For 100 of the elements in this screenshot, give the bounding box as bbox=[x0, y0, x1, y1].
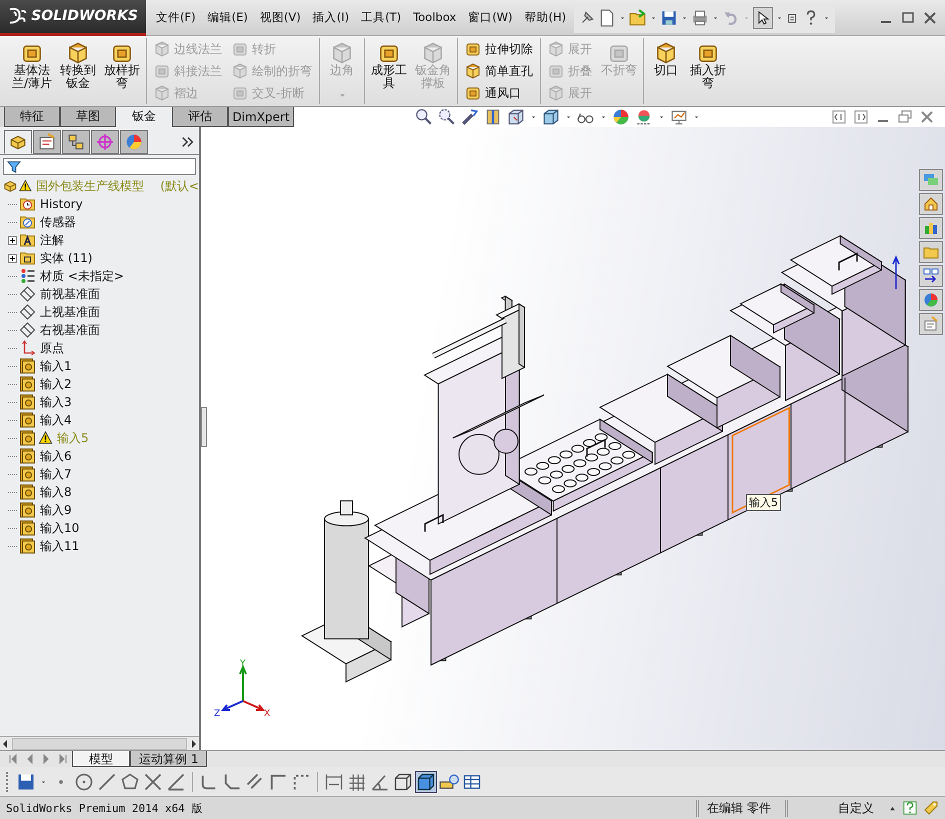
tree-item[interactable]: History bbox=[40, 197, 83, 211]
tree-item[interactable]: 注解 bbox=[40, 232, 64, 248]
tree-item[interactable]: 传感器 bbox=[40, 214, 76, 230]
solid-body-icon bbox=[19, 520, 36, 536]
tree-item[interactable]: 输入8 bbox=[40, 484, 72, 500]
grid-icon[interactable] bbox=[347, 772, 367, 792]
ribbon-button[interactable]: 通风口 bbox=[462, 82, 536, 104]
select-button[interactable] bbox=[753, 6, 774, 28]
help-icon[interactable] bbox=[903, 801, 917, 815]
panel-tab[interactable] bbox=[91, 130, 119, 154]
ribbon-button[interactable]: 放样折 弯 bbox=[102, 38, 142, 90]
restore-icon[interactable] bbox=[897, 109, 913, 125]
tree-item[interactable]: 上视基准面 bbox=[40, 304, 100, 320]
panel-tab[interactable] bbox=[33, 130, 61, 154]
chamfer-icon[interactable] bbox=[222, 772, 242, 792]
tree-item[interactable]: 输入1 bbox=[40, 358, 72, 374]
appearance-ball-icon[interactable] bbox=[611, 108, 631, 126]
menu-item[interactable]: 窗口(W) bbox=[462, 10, 519, 25]
chevron-right-icon[interactable] bbox=[181, 135, 195, 149]
tab[interactable]: 运动算例 1 bbox=[130, 751, 208, 767]
ribbon-button[interactable]: 转换到 钣金 bbox=[58, 38, 98, 90]
offset-icon[interactable] bbox=[245, 772, 265, 792]
sheet-metal-icon bbox=[422, 42, 444, 64]
tree-item[interactable]: 输入10 bbox=[40, 520, 80, 536]
circle-icon[interactable] bbox=[74, 772, 94, 792]
tag-icon[interactable] bbox=[923, 800, 939, 816]
task-pane-tab[interactable] bbox=[919, 313, 943, 335]
zoom-area-icon[interactable] bbox=[437, 108, 457, 126]
feature-icon bbox=[465, 63, 482, 79]
measure-icon[interactable] bbox=[439, 772, 459, 792]
tree-item[interactable]: 右视基准面 bbox=[40, 322, 100, 338]
menu-item[interactable]: 插入(I) bbox=[306, 10, 356, 25]
custom-properties-icon bbox=[923, 316, 939, 332]
menu-item[interactable]: 工具(T) bbox=[355, 10, 408, 25]
tree-item[interactable]: 输入7 bbox=[40, 466, 72, 482]
panel-tab[interactable] bbox=[62, 130, 90, 154]
ribbon-button[interactable]: 插入折 弯 bbox=[688, 38, 728, 90]
sheet-metal-icon bbox=[331, 42, 354, 64]
horizontal-scrollbar[interactable] bbox=[0, 736, 199, 750]
polygon-icon[interactable] bbox=[120, 772, 140, 792]
ribbon-button[interactable]: 拉伸切除 bbox=[462, 38, 536, 60]
ribbon-button[interactable]: 简单直孔 bbox=[462, 60, 536, 82]
filter-field[interactable] bbox=[3, 158, 196, 175]
tree-item[interactable]: 前视基准面 bbox=[40, 286, 100, 302]
display-style-icon[interactable] bbox=[541, 108, 561, 126]
tree-item[interactable]: 输入3 bbox=[40, 394, 72, 410]
tab[interactable]: 特征 bbox=[4, 107, 60, 127]
configuration-label: (默认< bbox=[160, 178, 199, 194]
display-screen-icon[interactable] bbox=[669, 108, 689, 126]
dimension-icon[interactable] bbox=[324, 772, 344, 792]
tree-item[interactable]: 材质 <未指定> bbox=[40, 268, 124, 284]
units-menu[interactable]: 自定义 bbox=[785, 800, 882, 816]
menu-item[interactable]: 编辑(E) bbox=[202, 10, 254, 25]
task-pane-tab[interactable] bbox=[919, 193, 943, 215]
line-icon[interactable] bbox=[97, 772, 117, 792]
tab[interactable]: 评估 bbox=[172, 107, 228, 127]
feature-icon bbox=[465, 41, 482, 57]
extend-icon[interactable] bbox=[166, 772, 186, 792]
app-logo: SOLIDWORKS bbox=[0, 0, 146, 36]
save-icon[interactable] bbox=[16, 772, 36, 792]
solid-body-icon bbox=[19, 376, 36, 392]
ds-logo-icon bbox=[8, 7, 28, 25]
tab[interactable]: 草图 bbox=[60, 107, 116, 127]
trim-icon[interactable] bbox=[143, 772, 163, 792]
panel-tab[interactable] bbox=[120, 130, 148, 154]
ribbon-button[interactable]: 成形工 具 bbox=[369, 38, 410, 90]
tree-item[interactable]: 原点 bbox=[40, 340, 64, 356]
menu-item[interactable]: 文件(F) bbox=[150, 10, 202, 25]
tree-item[interactable]: 输入11 bbox=[40, 538, 80, 554]
shaded-cube-icon[interactable] bbox=[416, 772, 436, 792]
tree-item[interactable]: 输入9 bbox=[40, 502, 72, 518]
tile-left-icon[interactable] bbox=[831, 109, 847, 125]
tree-item[interactable]: 输入2 bbox=[40, 376, 72, 392]
view-orientation-icon[interactable] bbox=[506, 108, 526, 126]
close-icon[interactable] bbox=[919, 109, 935, 125]
save-icon[interactable] bbox=[660, 8, 678, 26]
menu-item[interactable]: Toolbox bbox=[407, 10, 462, 25]
ribbon-button[interactable]: 基体法 兰/薄片 bbox=[10, 38, 54, 90]
tree-item[interactable]: 输入4 bbox=[40, 412, 72, 428]
menu-item[interactable]: 帮助(H) bbox=[518, 10, 572, 25]
body-tooltip: 输入5 bbox=[746, 494, 781, 511]
panel-tab[interactable] bbox=[4, 130, 32, 154]
ribbon-button[interactable]: 切口 bbox=[648, 38, 684, 77]
tab[interactable]: DimXpert bbox=[228, 107, 294, 127]
tab[interactable]: 钣金 bbox=[116, 107, 172, 127]
axis-label: X bbox=[264, 709, 270, 717]
zoom-fit-icon[interactable] bbox=[414, 108, 434, 126]
wireframe-cube-icon[interactable] bbox=[393, 772, 413, 792]
feature-icon bbox=[548, 85, 564, 101]
tree-item[interactable]: 输入6 bbox=[40, 448, 72, 464]
printer-icon[interactable] bbox=[691, 8, 710, 26]
tree-item[interactable]: 实体 (11) bbox=[40, 250, 92, 266]
tab[interactable]: 模型 bbox=[72, 751, 130, 767]
task-pane-tab[interactable] bbox=[919, 265, 943, 287]
panel-collapse-handle[interactable] bbox=[201, 407, 207, 447]
tile-right-icon[interactable] bbox=[853, 109, 869, 125]
menu-item[interactable]: 视图(V) bbox=[254, 10, 307, 25]
open-folder-icon[interactable] bbox=[629, 8, 648, 26]
axis-label: Z bbox=[214, 709, 220, 717]
previous-view-icon[interactable] bbox=[460, 108, 480, 126]
